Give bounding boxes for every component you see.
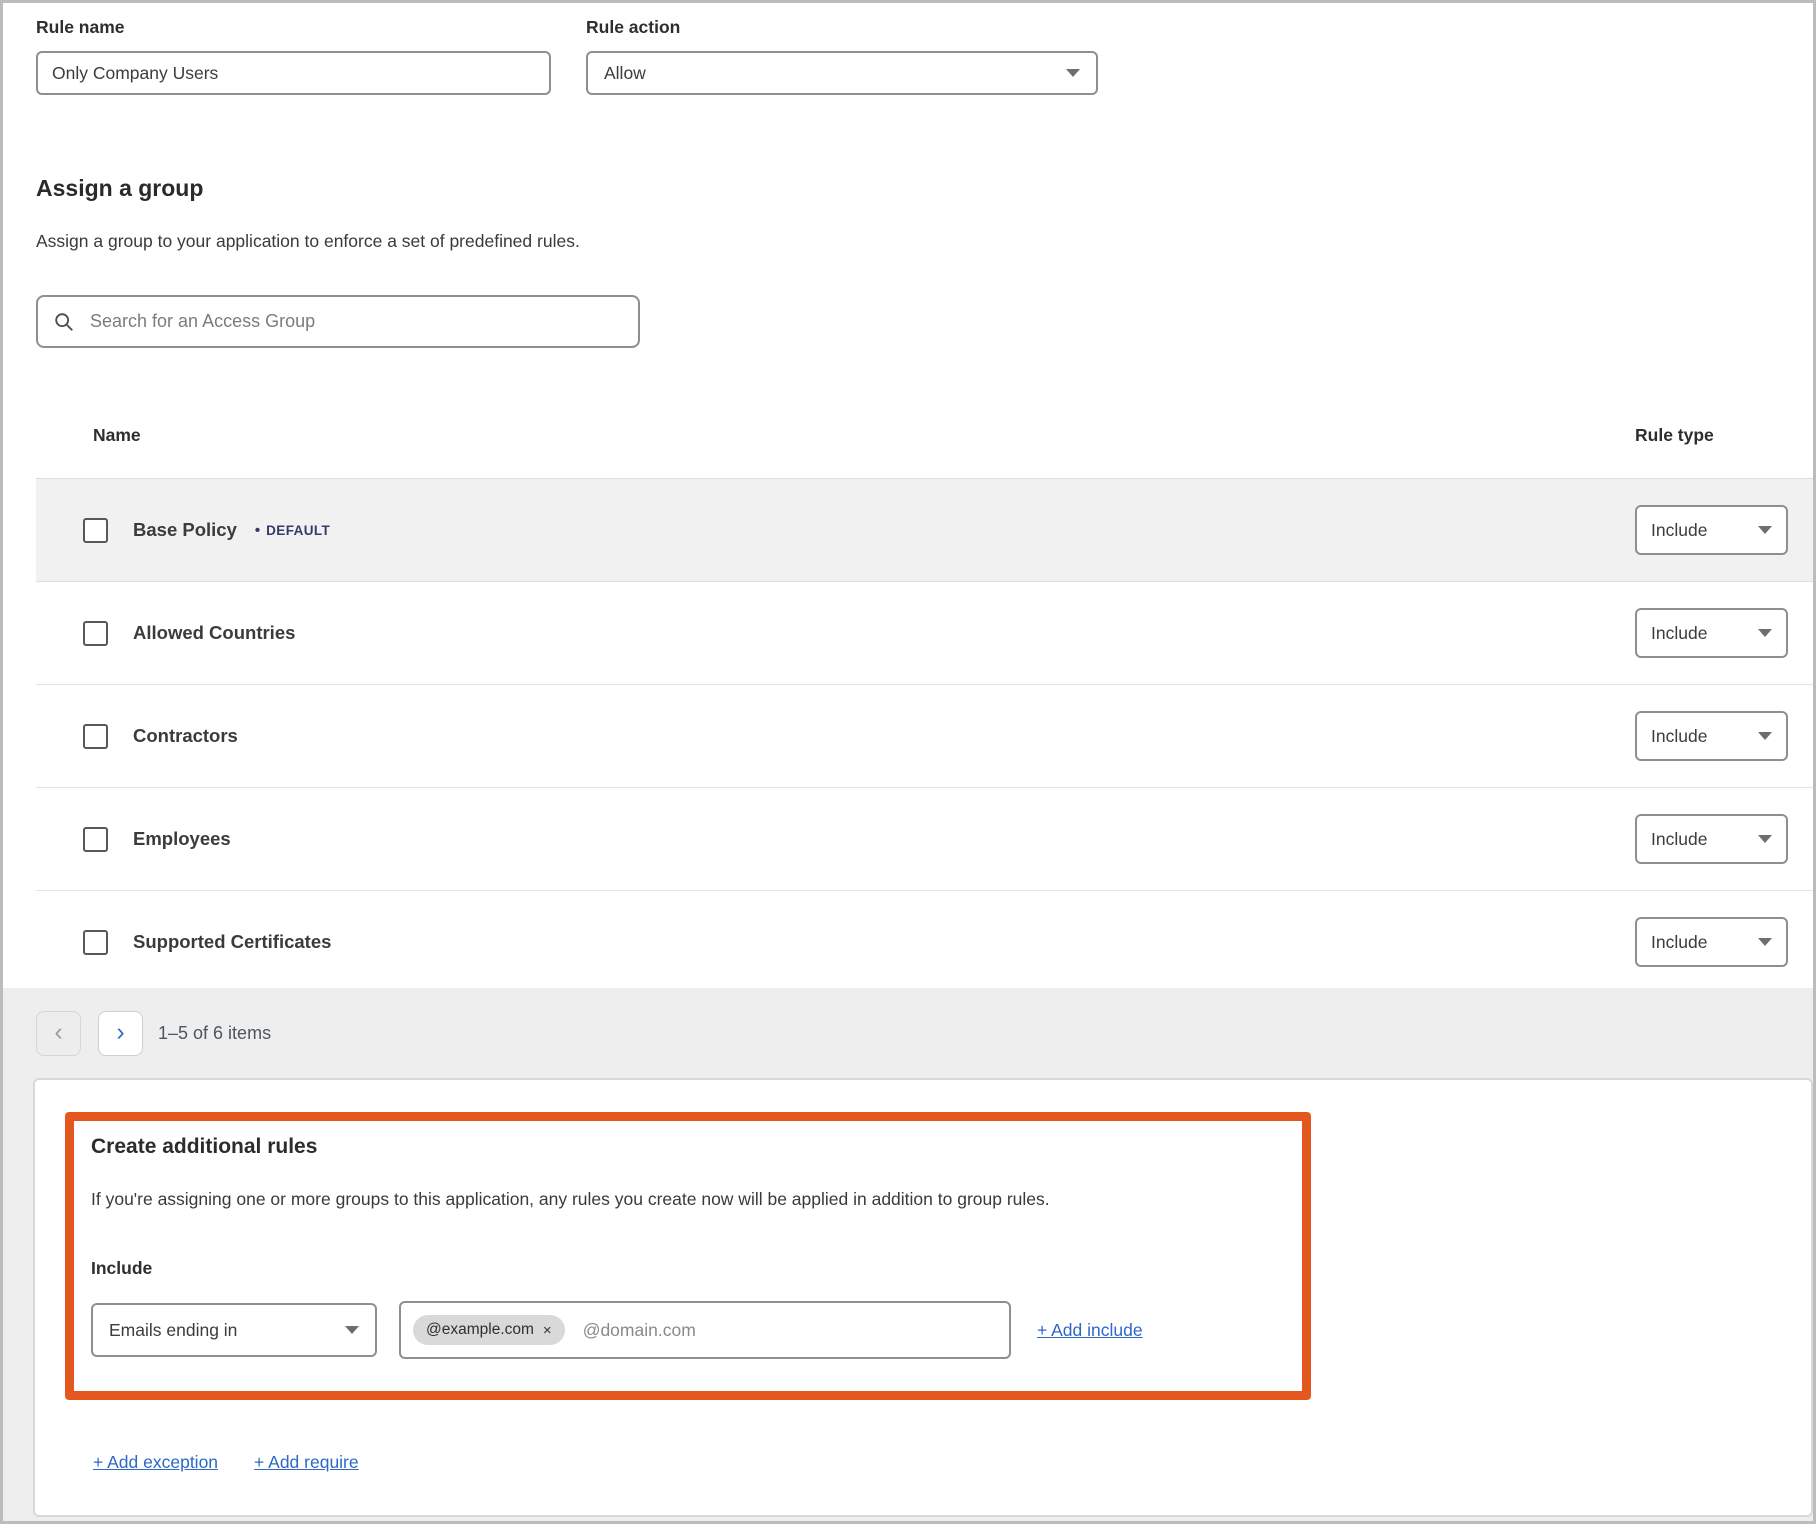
- row-name: Contractors: [133, 725, 238, 747]
- rule-action-value: Allow: [604, 63, 646, 84]
- remove-tag-icon[interactable]: ×: [543, 1323, 552, 1338]
- email-domain-tag-label: @example.com: [426, 1321, 534, 1339]
- search-input[interactable]: [88, 310, 623, 333]
- chevron-left-icon: ‹: [54, 1020, 62, 1045]
- column-header-name: Name: [93, 425, 141, 446]
- rule-name-input[interactable]: [36, 51, 551, 95]
- row-name: Base Policy: [133, 519, 237, 541]
- search-icon: [53, 311, 75, 333]
- rule-type-value: Include: [1651, 726, 1707, 747]
- rule-type-select[interactable]: Include: [1635, 917, 1788, 967]
- rule-action-label: Rule action: [586, 17, 680, 38]
- rule-criteria-value: Emails ending in: [109, 1320, 237, 1341]
- table-row: Base Policy • DEFAULT Include: [36, 479, 1816, 582]
- column-header-rule-type: Rule type: [1635, 425, 1714, 446]
- row-name: Allowed Countries: [133, 622, 295, 644]
- chevron-down-icon: [1066, 69, 1080, 77]
- chevron-down-icon: [1758, 526, 1772, 534]
- domain-input[interactable]: [581, 1319, 997, 1342]
- annotation-highlight-box: Create additional rules If you're assign…: [65, 1112, 1311, 1400]
- pagination: ‹ › 1–5 of 6 items: [36, 1011, 271, 1056]
- add-require-link[interactable]: + Add require: [254, 1452, 359, 1473]
- pagination-next-button[interactable]: ›: [98, 1011, 143, 1056]
- rule-name-label: Rule name: [36, 17, 125, 38]
- pagination-prev-button[interactable]: ‹: [36, 1011, 81, 1056]
- chevron-right-icon: ›: [116, 1020, 124, 1045]
- row-checkbox[interactable]: [83, 621, 108, 646]
- row-name: Supported Certificates: [133, 931, 331, 953]
- access-groups-table: Name Rule type Base Policy • DEFAULT Inc…: [36, 393, 1816, 994]
- rule-type-value: Include: [1651, 623, 1707, 644]
- rule-type-value: Include: [1651, 829, 1707, 850]
- chevron-down-icon: [345, 1326, 359, 1334]
- table-row: Supported Certificates Include: [36, 891, 1816, 994]
- rule-type-value: Include: [1651, 932, 1707, 953]
- table-row: Employees Include: [36, 788, 1816, 891]
- include-rule-row: Emails ending in @example.com × + Add in…: [91, 1301, 1282, 1359]
- chevron-down-icon: [1758, 835, 1772, 843]
- chevron-down-icon: [1758, 732, 1772, 740]
- table-row: Contractors Include: [36, 685, 1816, 788]
- access-group-searchbox[interactable]: [36, 295, 640, 348]
- row-name: Employees: [133, 828, 231, 850]
- assign-group-description: Assign a group to your application to en…: [36, 231, 580, 252]
- row-checkbox[interactable]: [83, 827, 108, 852]
- rule-action-select[interactable]: Allow: [586, 51, 1098, 95]
- email-domains-input[interactable]: @example.com ×: [399, 1301, 1011, 1359]
- rule-type-value: Include: [1651, 520, 1707, 541]
- lower-panel: ‹ › 1–5 of 6 items Create additional rul…: [3, 988, 1813, 1521]
- table-row: Allowed Countries Include: [36, 582, 1816, 685]
- create-additional-rules-heading: Create additional rules: [91, 1135, 1282, 1159]
- access-rule-form-page: Rule name Rule action Allow Assign a gro…: [0, 0, 1816, 1524]
- include-label: Include: [91, 1258, 1282, 1279]
- assign-group-heading: Assign a group: [36, 175, 203, 202]
- row-checkbox[interactable]: [83, 930, 108, 955]
- add-include-link[interactable]: + Add include: [1037, 1320, 1143, 1341]
- add-exception-link[interactable]: + Add exception: [93, 1452, 218, 1473]
- rule-type-select[interactable]: Include: [1635, 814, 1788, 864]
- rule-type-select[interactable]: Include: [1635, 711, 1788, 761]
- create-additional-rules-description: If you're assigning one or more groups t…: [91, 1189, 1282, 1210]
- rule-action-links: + Add exception + Add require: [93, 1452, 359, 1473]
- table-header-row: Name Rule type: [36, 393, 1816, 479]
- pagination-label: 1–5 of 6 items: [158, 1023, 271, 1044]
- row-checkbox[interactable]: [83, 518, 108, 543]
- rule-criteria-select[interactable]: Emails ending in: [91, 1303, 377, 1357]
- rule-type-select[interactable]: Include: [1635, 505, 1788, 555]
- chevron-down-icon: [1758, 938, 1772, 946]
- additional-rules-card: Create additional rules If you're assign…: [33, 1078, 1813, 1517]
- email-domain-tag: @example.com ×: [413, 1315, 565, 1345]
- default-badge: DEFAULT: [266, 523, 330, 538]
- rule-type-select[interactable]: Include: [1635, 608, 1788, 658]
- row-checkbox[interactable]: [83, 724, 108, 749]
- default-badge-bullet: •: [255, 522, 260, 539]
- chevron-down-icon: [1758, 629, 1772, 637]
